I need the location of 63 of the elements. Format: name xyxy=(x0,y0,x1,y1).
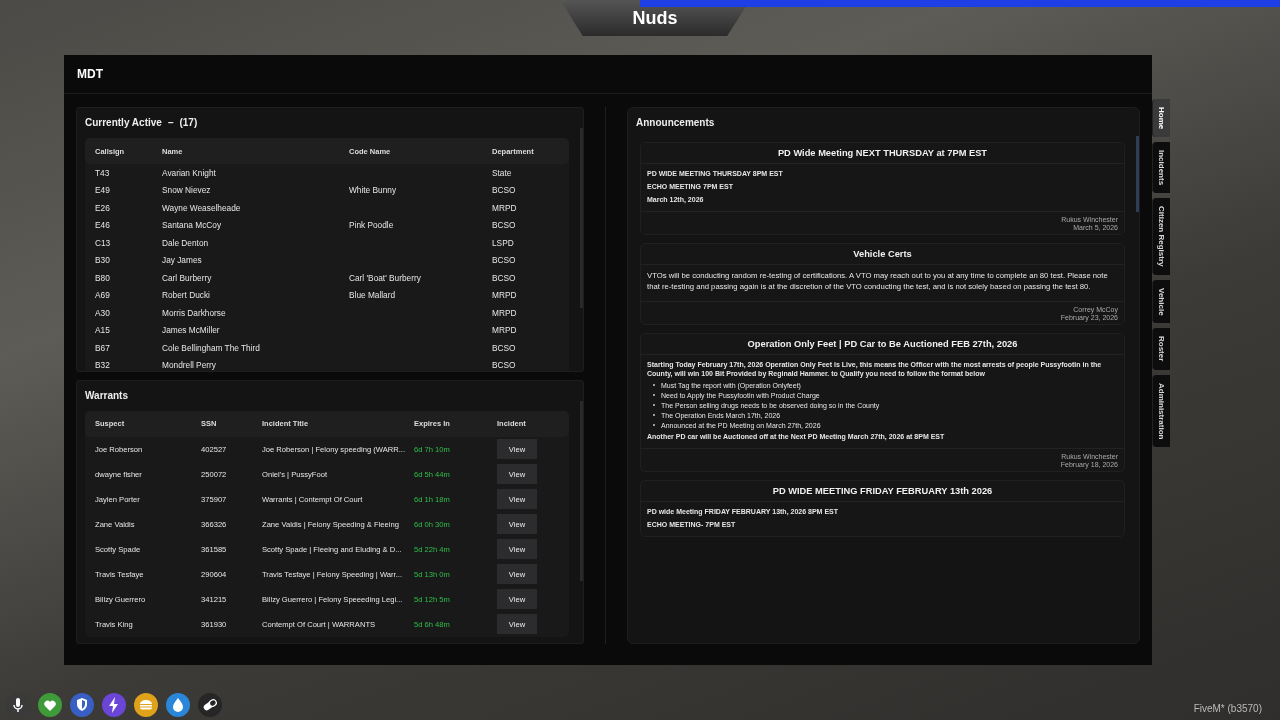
unit-count: (17) xyxy=(179,117,198,130)
table-cell-text: Pink Poodle xyxy=(349,220,395,231)
side-tab[interactable]: Citizen Registry xyxy=(1152,198,1170,275)
panel-title: Currently Active xyxy=(85,117,162,130)
table-cell-text: BCSO xyxy=(492,342,517,353)
announcement-title: Vehicle Certs xyxy=(641,244,1124,266)
side-tab[interactable]: Incidents xyxy=(1152,142,1170,194)
side-tab[interactable]: Roster xyxy=(1152,328,1170,370)
announcement-title: PD WIDE MEETING FRIDAY FEBRUARY 13th 2026 xyxy=(641,480,1124,502)
table-cell-text: B80 xyxy=(95,272,111,283)
table-cell-text: B32 xyxy=(95,360,111,371)
table-cell-text: MRPD xyxy=(492,202,518,213)
shield-icon xyxy=(70,693,94,717)
table-cell-text: C13 xyxy=(95,237,112,248)
window-title: MDT xyxy=(77,67,103,81)
table-cell-text: E26 xyxy=(95,202,111,213)
pill-icon xyxy=(198,693,222,717)
table-cell-text: MRPD xyxy=(492,290,518,301)
table-cell-text: Snow Nievez xyxy=(162,185,212,196)
announcement-title: PD Wide Meeting NEXT THURSDAY at 7PM EST xyxy=(641,143,1124,164)
table-cell-text: LSPD xyxy=(492,237,515,248)
table-cell-text: B67 xyxy=(95,342,111,353)
table-cell-text: Wayne Weaselheade xyxy=(162,202,242,213)
table-cell-text: James McMiller xyxy=(162,325,221,336)
table-cell-text: E49 xyxy=(95,185,111,196)
table-cell-text: Avarian Knight xyxy=(162,167,217,178)
side-tab[interactable]: Administration xyxy=(1152,374,1170,448)
table-cell-text: BCSO xyxy=(492,272,517,283)
table-cell-text: BCSO xyxy=(492,255,517,266)
burger-icon xyxy=(134,693,158,717)
table-cell-text: MRPD xyxy=(492,307,518,318)
table-cell-text: Robert Ducki xyxy=(162,290,211,301)
table-cell-text: Cole Bellingham The Third xyxy=(162,342,261,353)
table-cell-text: T43 xyxy=(95,167,111,178)
table-cell-text: Carl 'Boat' Burberry xyxy=(349,272,422,283)
build-label: FiveM* (b3570) xyxy=(1193,703,1262,714)
scrollbar[interactable] xyxy=(1136,136,1139,212)
table-cell-text: MRPD xyxy=(492,325,518,336)
table-cell-text: E46 xyxy=(95,220,111,231)
table-cell-text: White Bunny xyxy=(349,185,398,196)
table-cell-text: B30 xyxy=(95,255,111,266)
water-drop-icon xyxy=(166,693,190,717)
table-cell-text: A30 xyxy=(95,307,111,318)
table-cell-text: Santana McCoy xyxy=(162,220,223,231)
table-cell-text: Morris Darkhorse xyxy=(162,307,227,318)
table-cell-text: BCSO xyxy=(492,220,517,231)
table-cell-text: Dale Denton xyxy=(162,237,210,248)
table-cell-text: Mondrell Perry xyxy=(162,360,217,371)
panel-title: Warrants xyxy=(85,389,128,403)
table-cell-text: Jay James xyxy=(162,255,203,266)
table-cell-text: A69 xyxy=(95,290,111,301)
table-cell-text: BCSO xyxy=(492,360,517,371)
title-separator: – xyxy=(167,117,174,130)
lightning-icon xyxy=(102,693,126,717)
table-cell-text: A15 xyxy=(95,325,111,336)
side-tab[interactable]: Home xyxy=(1152,99,1170,138)
side-tab[interactable]: Vehicle xyxy=(1152,279,1170,324)
table-cell-text: BCSO xyxy=(492,185,517,196)
announcement-title: Operation Only Feet | PD Car to Be Auctioned FEB 27th, 2026 xyxy=(641,333,1124,355)
table-cell-text: Carl Burberry xyxy=(162,272,213,283)
table-cell-text: State xyxy=(492,167,513,178)
table-cell-text: Blue Mallard xyxy=(349,290,397,301)
panel-title: Announcements xyxy=(636,117,715,130)
